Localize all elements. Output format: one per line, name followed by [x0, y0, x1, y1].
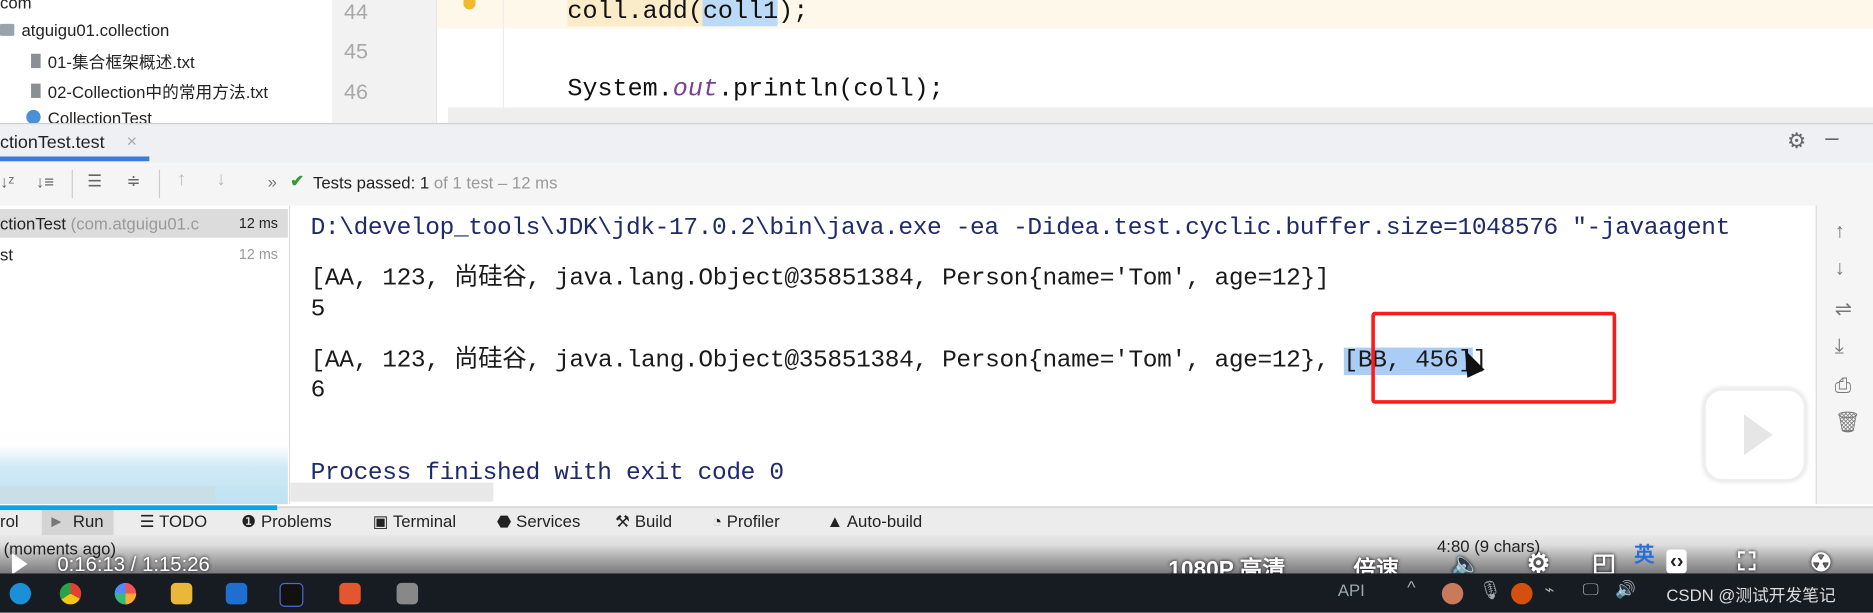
gear-icon[interactable]: ⚙ [1787, 129, 1806, 154]
speaker-icon[interactable]: 🔊 [1615, 579, 1636, 599]
line-number: 45 [344, 39, 368, 64]
network-icon[interactable]: 🖵 [1583, 579, 1599, 599]
ime-indicator[interactable]: 英 [1634, 538, 1654, 568]
print-icon[interactable]: ⎙ [1835, 374, 1851, 398]
typora-icon[interactable] [396, 582, 419, 605]
test-toolbar: ↓ᶻ ↓≡ ☰ ≑ ↑ ↓ » ✔ Tests passed: 1 of 1 t… [0, 162, 1873, 207]
warning-icon: ▲ [826, 511, 847, 531]
tests-status: Tests passed: 1 of 1 test – 12 ms [312, 173, 558, 193]
caret-position[interactable]: 4:80 (9 chars) [1437, 536, 1540, 555]
editor-gutter: 44 45 46 [332, 0, 438, 124]
arrow-up-icon[interactable]: ↑ [177, 170, 187, 192]
scroll-to-end-icon[interactable]: ⤓ [1835, 334, 1844, 358]
console-side-toolbar: ↑ ↓ ⇌ ⤓ ⎙ 🗑 [1815, 205, 1873, 505]
csdn-watermark: CSDN @测试开发笔记 [1666, 585, 1836, 605]
soft-wrap-icon[interactable]: ⇌ [1835, 297, 1852, 321]
tool-window-services[interactable]: ⬣ Services [497, 511, 580, 531]
tool-window-version-control[interactable]: rol [0, 511, 19, 530]
indent-guide [502, 0, 505, 124]
microphone-icon[interactable]: 🎙 [1479, 579, 1502, 601]
code-editor[interactable]: coll.add(coll1); System.out.println(coll… [437, 0, 1873, 124]
intellij-icon[interactable] [279, 582, 304, 607]
tool-window-profiler[interactable]: ◔ Profiler [712, 511, 780, 530]
code-line-44: coll.add(coll1); [567, 0, 809, 27]
windows-taskbar: API ^ 🎙 ⌁ 🖵 🔊 CSDN @测试开发笔记 [0, 573, 1873, 613]
console-line: [AA, 123, 尚硅谷, java.lang.Object@35851384… [310, 347, 1487, 376]
tree-item-file-01[interactable]: 01-集合框架概述.txt [31, 50, 195, 74]
tray-chevron-icon[interactable]: ^ [1407, 578, 1415, 598]
tree-item-package[interactable]: atguigu01.collection [0, 20, 169, 39]
run-icon: ▶ [51, 514, 62, 530]
sort-alpha-icon[interactable]: ↓ᶻ [0, 172, 14, 191]
console-line: 6 [310, 377, 326, 405]
play-icon [1743, 414, 1773, 456]
text-file-icon [31, 83, 41, 98]
code-line-46: System.out.println(coll); [567, 76, 944, 104]
line-number: 46 [344, 80, 368, 104]
app-icon[interactable] [339, 582, 361, 605]
line-number: 44 [344, 0, 368, 24]
services-icon: ⬣ [496, 511, 517, 531]
active-tab-underline [0, 156, 150, 162]
horizontal-scrollbar[interactable] [290, 482, 494, 502]
check-icon: ✔ [290, 170, 305, 190]
problems-icon: ❶ [241, 511, 261, 531]
text-file-icon [31, 53, 41, 69]
console-output[interactable]: D:\develop_tools\JDK\jdk-17.0.2\bin\java… [290, 205, 1816, 505]
tool-window-terminal[interactable]: ▣ Terminal [373, 511, 456, 531]
chrome-icon[interactable] [59, 582, 82, 605]
horizontal-scrollbar[interactable] [0, 486, 216, 503]
run-tab[interactable]: ctionTest.test × [0, 124, 150, 162]
trash-icon[interactable]: 🗑 [1835, 411, 1861, 435]
web-fullscreen-icon[interactable]: ‹› [1666, 549, 1688, 574]
test-results-tree: ctionTest (com.atguigu01.c 12 ms st 12 m… [0, 205, 291, 505]
selected-identifier: coll1 [702, 0, 779, 27]
scroll-down-icon[interactable]: ↓ [1835, 257, 1845, 281]
run-tab-bar: ctionTest.test × ⚙ – [0, 123, 1873, 164]
p-app-icon[interactable] [225, 582, 248, 605]
expand-all-icon[interactable]: ☰ [87, 171, 102, 191]
sort-duration-icon[interactable]: ↓≡ [36, 172, 54, 191]
more-icon[interactable]: » [268, 172, 277, 191]
tray-orange-icon[interactable] [1511, 582, 1533, 605]
console-line: 5 [310, 296, 326, 324]
test-row-method[interactable]: st 12 ms [0, 240, 288, 269]
tool-window-auto-build[interactable]: ▲ Auto-build [827, 511, 923, 530]
tree-item-com[interactable]: com [0, 0, 32, 12]
divider [158, 169, 161, 199]
file-explorer-icon[interactable] [170, 582, 193, 605]
tool-window-bar: rol ▶ Run ☰ TODO ❶ Problems ▣ Terminal ⬣… [0, 506, 1873, 537]
list-icon: ☰ [139, 511, 160, 531]
scroll-up-icon[interactable]: ↑ [1835, 220, 1845, 244]
project-tree: com atguigu01.collection 01-集合框架概述.txt 0… [0, 0, 333, 128]
terminal-icon: ▣ [372, 511, 393, 531]
edge-icon[interactable] [9, 582, 32, 605]
tree-item-file-02[interactable]: 02-Collection中的常用方法.txt [31, 80, 268, 104]
arrow-down-icon[interactable]: ↓ [216, 170, 226, 192]
minimize-icon[interactable]: – [1825, 125, 1838, 152]
divider [71, 169, 73, 199]
horizontal-scrollbar[interactable] [447, 107, 1873, 124]
browser-icon[interactable] [114, 582, 137, 605]
collapse-all-icon[interactable]: ≑ [127, 171, 141, 191]
tool-window-todo[interactable]: ☰ TODO [140, 511, 207, 531]
test-row-class[interactable]: ctionTest (com.atguigu01.c 12 ms [0, 209, 288, 238]
tool-window-run[interactable]: ▶ Run [41, 507, 114, 537]
tray-api[interactable]: API [1338, 581, 1365, 600]
tool-window-build[interactable]: ⚒ Build [615, 511, 672, 531]
play-pause-button[interactable] [11, 553, 28, 575]
hammer-icon: ⚒ [615, 511, 635, 531]
tool-window-problems[interactable]: ❶ Problems [241, 511, 331, 531]
status-bar: (moments ago) 0:16:13 / 1:15:26 1080P 高清… [0, 535, 1873, 583]
battery-icon[interactable]: ⌁ [1545, 579, 1555, 599]
console-line-command: D:\develop_tools\JDK\jdk-17.0.2\bin\java… [310, 215, 1731, 243]
video-progress-bar[interactable] [0, 505, 278, 511]
close-icon[interactable]: × [127, 131, 137, 151]
annotation-highlight-box [1371, 311, 1617, 404]
bilibili-play-logo [1703, 388, 1807, 482]
profiler-icon: ◔ [711, 511, 727, 531]
folder-icon [0, 23, 15, 36]
console-line: [AA, 123, 尚硅谷, java.lang.Object@35851384… [310, 265, 1330, 293]
tray-app-icon[interactable] [1441, 582, 1464, 605]
